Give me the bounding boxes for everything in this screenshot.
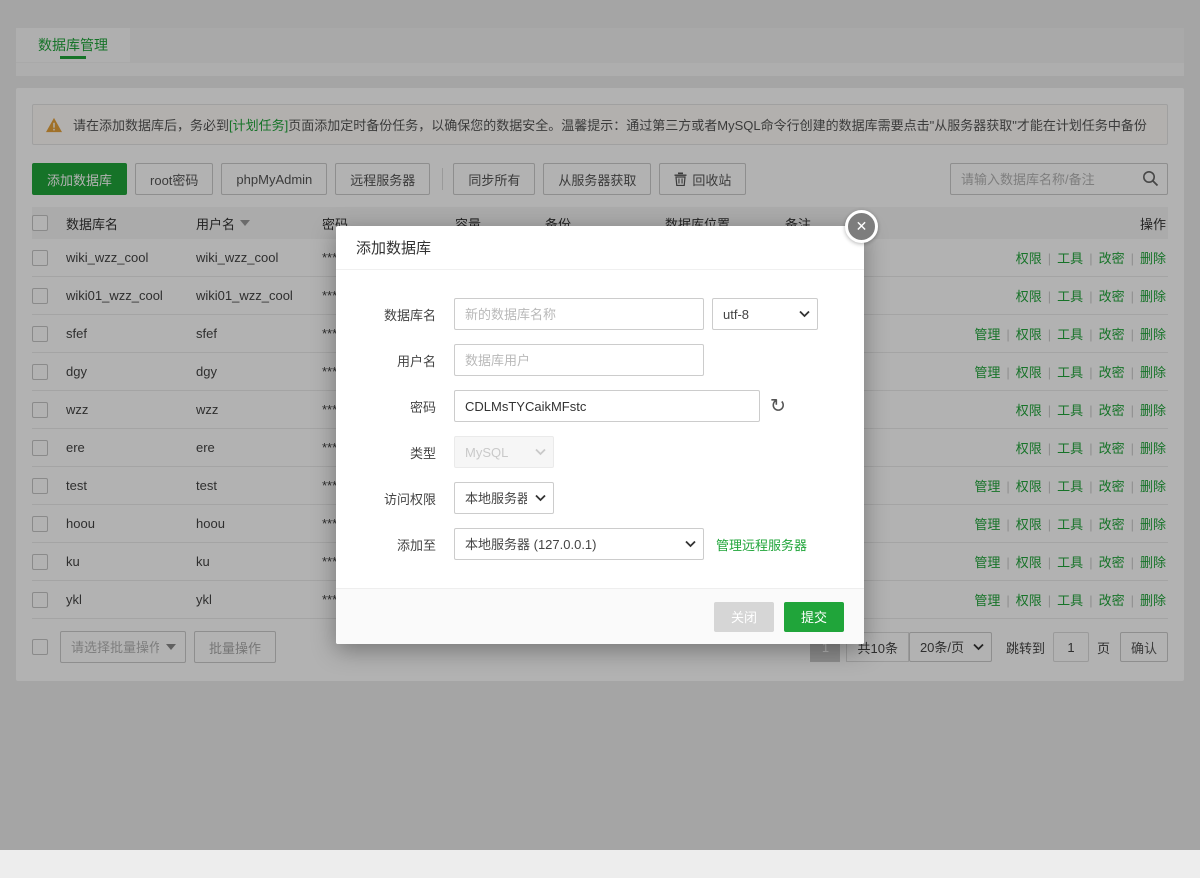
db-username-input[interactable] — [454, 344, 704, 376]
db-type-select: MySQL — [454, 436, 554, 468]
access-label: 访问权限 — [356, 489, 436, 508]
field-db-name: 数据库名 utf-8 — [356, 298, 844, 330]
field-password: 密码 ↻ — [356, 390, 844, 422]
field-add-to: 添加至 本地服务器 (127.0.0.1) 管理远程服务器 — [356, 528, 844, 560]
db-password-input[interactable] — [454, 390, 760, 422]
add-to-label: 添加至 — [356, 535, 436, 554]
type-label: 类型 — [356, 443, 436, 462]
modal-submit-button[interactable]: 提交 — [784, 602, 844, 632]
db-name-label: 数据库名 — [356, 305, 436, 324]
type-select-wrap: MySQL — [454, 436, 554, 468]
add-database-modal: ✕ 添加数据库 数据库名 utf-8 用户名 密码 ↻ 类型 — [336, 226, 864, 644]
modal-body: 数据库名 utf-8 用户名 密码 ↻ 类型 My — [336, 270, 864, 588]
field-username: 用户名 — [356, 344, 844, 376]
modal-close-icon[interactable]: ✕ — [845, 210, 878, 243]
modal-close-button[interactable]: 关闭 — [714, 602, 774, 632]
access-select[interactable]: 本地服务器 — [454, 482, 554, 514]
modal-footer: 关闭 提交 — [336, 588, 864, 644]
db-name-input[interactable] — [454, 298, 704, 330]
username-label: 用户名 — [356, 351, 436, 370]
manage-remote-server-link[interactable]: 管理远程服务器 — [716, 535, 807, 554]
add-to-select[interactable]: 本地服务器 (127.0.0.1) — [454, 528, 704, 560]
access-select-wrap: 本地服务器 — [454, 482, 554, 514]
charset-select[interactable]: utf-8 — [712, 298, 818, 330]
charset-select-wrap: utf-8 — [704, 298, 818, 330]
add-to-select-wrap: 本地服务器 (127.0.0.1) — [454, 528, 704, 560]
password-label: 密码 — [356, 397, 436, 416]
field-type: 类型 MySQL — [356, 436, 844, 468]
modal-title: 添加数据库 — [336, 226, 864, 270]
field-access: 访问权限 本地服务器 — [356, 482, 844, 514]
regenerate-password-icon[interactable]: ↻ — [770, 397, 786, 416]
